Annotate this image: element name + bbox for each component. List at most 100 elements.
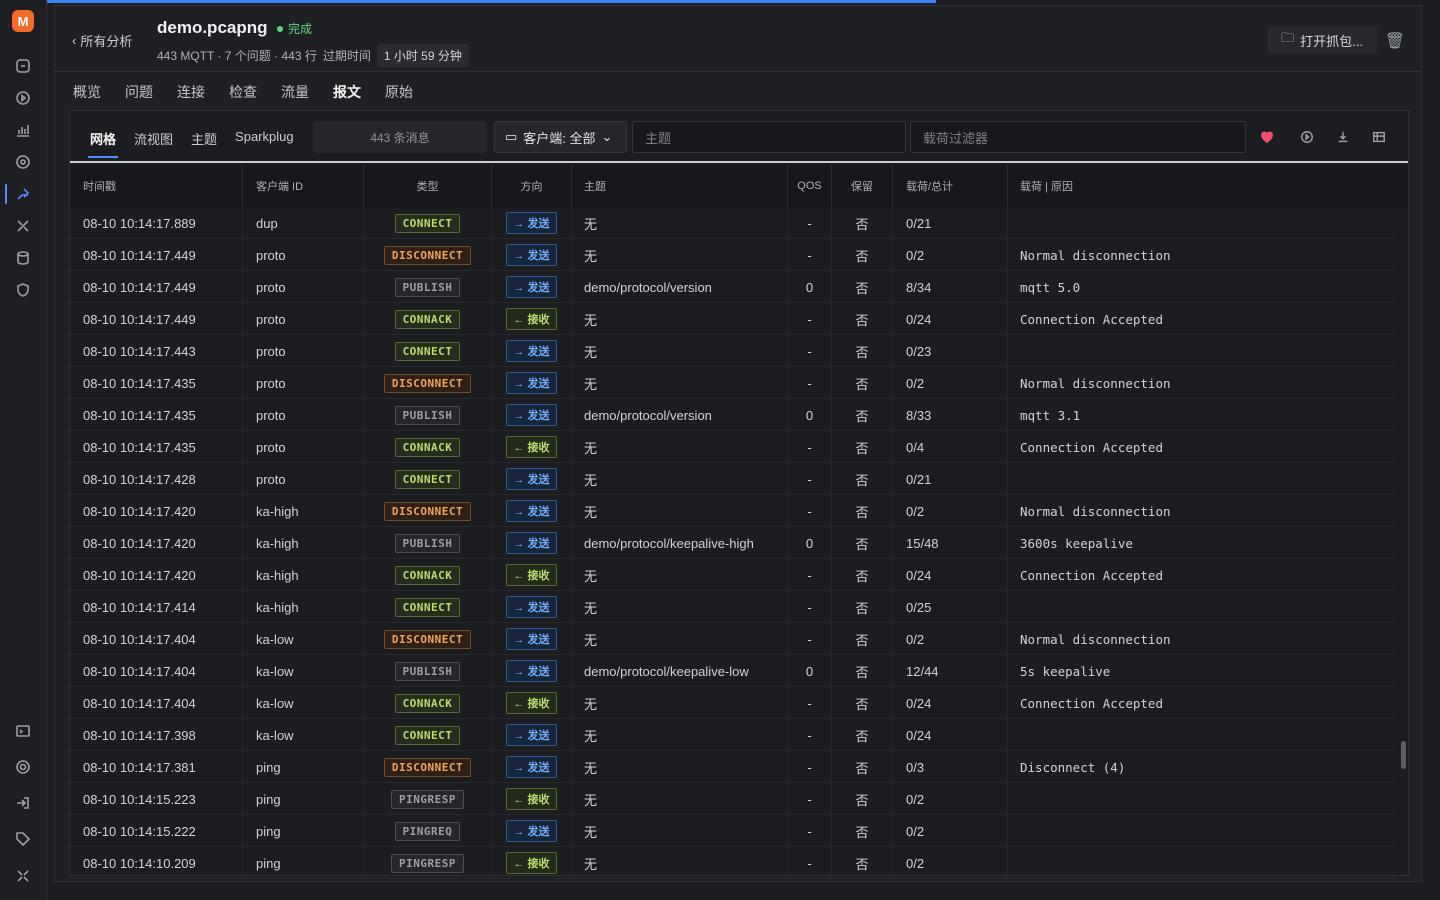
table-row[interactable]: 08-10 10:14:17.435 proto PUBLISH → 发送 demo/p… bbox=[70, 399, 1396, 431]
packet-type-badge: CONNECT bbox=[394, 597, 461, 617]
vertical-scrollbar[interactable] bbox=[1401, 741, 1406, 769]
cell-direction: → 发送 bbox=[492, 207, 572, 239]
play-icon[interactable] bbox=[14, 89, 32, 107]
client-select[interactable]: ▭ 客户端: 全部 ⌄ bbox=[494, 121, 627, 153]
cell-payload-size: 0/24 bbox=[893, 303, 1008, 335]
heart-icon[interactable] bbox=[1259, 129, 1275, 145]
table-row[interactable]: 08-10 10:14:17.398 ka-low CONNECT → 发送无 - 否 0/… bbox=[70, 719, 1396, 751]
col-qos[interactable]: QOS bbox=[788, 165, 832, 207]
table-row[interactable]: 08-10 10:14:17.443 proto CONNECT → 发送无 - 否 0/2… bbox=[70, 335, 1396, 367]
table-row[interactable]: 08-10 10:14:17.404 ka-low PUBLISH → 发送 demo/… bbox=[70, 655, 1396, 687]
cell-timestamp: 08-10 10:14:17.404 bbox=[70, 687, 243, 719]
table-row[interactable]: 08-10 10:14:17.428 proto CONNECT → 发送无 - 否 0/2… bbox=[70, 463, 1396, 495]
download-icon[interactable] bbox=[1335, 129, 1351, 145]
col-timestamp[interactable]: 时间戳 bbox=[70, 165, 243, 207]
back-link[interactable]: ‹ 所有分析 bbox=[72, 31, 132, 50]
cell-timestamp: 08-10 10:14:17.398 bbox=[70, 719, 243, 751]
table-row[interactable]: 08-10 10:14:17.449 proto CONNACK ← 接收无 - 否 0/2… bbox=[70, 303, 1396, 335]
direction-arrow-icon: → bbox=[513, 762, 528, 774]
tab-connections[interactable]: 连接 bbox=[177, 72, 217, 106]
open-capture-button[interactable]: 🗀 打开抓包... bbox=[1267, 26, 1377, 54]
cell-type: CONNECT bbox=[364, 335, 492, 367]
table-row[interactable]: 08-10 10:14:17.420 ka-high DISCONNECT → 发送无… bbox=[70, 495, 1396, 527]
tab-overview[interactable]: 概览 bbox=[73, 72, 113, 106]
subtab-sparkplug[interactable]: Sparkplug bbox=[235, 129, 294, 148]
subtab-topics[interactable]: 主题 bbox=[191, 129, 217, 148]
table-row[interactable]: 08-10 10:14:17.414 ka-high CONNECT → 发送无 - 否 0… bbox=[70, 591, 1396, 623]
cell-client-id: proto bbox=[243, 463, 364, 495]
payload-filter-input[interactable]: 载荷过滤器 bbox=[910, 121, 1246, 153]
table-row[interactable]: 08-10 10:14:17.420 ka-high PUBLISH → 发送 demo… bbox=[70, 527, 1396, 559]
table-row[interactable]: 08-10 10:14:17.889 dup CONNECT → 发送无 - 否 0/21 bbox=[70, 207, 1396, 239]
table-row[interactable]: 08-10 10:14:17.404 ka-low DISCONNECT → 发送无 -… bbox=[70, 623, 1396, 655]
cell-client-id: proto bbox=[243, 303, 364, 335]
shield-icon[interactable] bbox=[14, 281, 32, 299]
cell-payload-size: 0/2 bbox=[893, 815, 1008, 847]
col-type[interactable]: 类型 bbox=[364, 165, 492, 207]
col-client-id[interactable]: 客户端 ID bbox=[243, 165, 364, 207]
direction-arrow-icon: → bbox=[513, 538, 528, 550]
cell-topic: 无 bbox=[572, 463, 788, 495]
table-row[interactable]: 08-10 10:14:17.381 ping DISCONNECT → 发送无 - 否 0… bbox=[70, 751, 1396, 783]
table-row[interactable]: 08-10 10:14:17.420 ka-high CONNACK ← 接收无 - 否 0… bbox=[70, 559, 1396, 591]
play-circle-icon[interactable] bbox=[1299, 129, 1315, 145]
database-icon[interactable] bbox=[14, 249, 32, 267]
collapse-icon[interactable] bbox=[14, 867, 32, 885]
packet-type-badge: PUBLISH bbox=[394, 405, 461, 425]
gear-icon[interactable] bbox=[14, 758, 32, 776]
cell-timestamp: 08-10 10:14:17.889 bbox=[70, 207, 243, 239]
cell-retain: 否 bbox=[832, 751, 893, 783]
table-row[interactable]: 08-10 10:14:17.435 proto CONNACK ← 接收无 - 否 0/4… bbox=[70, 431, 1396, 463]
table-row[interactable]: 08-10 10:14:17.404 ka-low CONNACK ← 接收无 - 否 0/… bbox=[70, 687, 1396, 719]
col-retain[interactable]: 保留 bbox=[832, 165, 893, 207]
tools-icon[interactable] bbox=[14, 217, 32, 235]
tab-raw[interactable]: 原始 bbox=[385, 72, 425, 106]
target-icon[interactable] bbox=[14, 153, 32, 171]
cell-retain: 否 bbox=[832, 495, 893, 527]
table-row[interactable]: 08-10 10:14:17.435 proto DISCONNECT → 发送无 - 否… bbox=[70, 367, 1396, 399]
cell-type: DISCONNECT bbox=[364, 239, 492, 271]
cell-timestamp: 08-10 10:14:17.449 bbox=[70, 239, 243, 271]
direction-badge: ← 接收 bbox=[506, 692, 557, 714]
tag-icon[interactable] bbox=[14, 830, 32, 848]
flow-icon[interactable] bbox=[14, 185, 32, 203]
col-direction[interactable]: 方向 bbox=[492, 165, 572, 207]
table-row[interactable]: 08-10 10:14:17.449 proto DISCONNECT → 发送无 - 否… bbox=[70, 239, 1396, 271]
col-payload-reason[interactable]: 载荷 | 原因 bbox=[1008, 165, 1408, 207]
tab-issues[interactable]: 问题 bbox=[125, 72, 165, 106]
cell-client-id: ka-low bbox=[243, 655, 364, 687]
direction-arrow-icon: → bbox=[513, 218, 528, 230]
columns-icon[interactable] bbox=[1371, 129, 1387, 145]
col-topic[interactable]: 主题 bbox=[572, 165, 788, 207]
packet-type-badge: CONNACK bbox=[394, 437, 461, 457]
cell-payload-reason: 3600s keepalive bbox=[1020, 535, 1133, 551]
table-row[interactable]: 08-10 10:14:15.223 ping PINGRESP ← 接收无 - 否 0/2 bbox=[70, 783, 1396, 815]
table-row[interactable]: 08-10 10:14:10.209 ping PINGRESP ← 接收无 - 否 0/2 bbox=[70, 847, 1396, 879]
chart-icon[interactable] bbox=[14, 121, 32, 139]
terminal-icon[interactable] bbox=[14, 722, 32, 740]
login-icon[interactable] bbox=[14, 794, 32, 812]
col-payload-size[interactable]: 载荷/总计 bbox=[893, 165, 1008, 207]
analysis-panel: ‹ 所有分析 demo.pcapng 完成 443 MQTT · 7 个问题 ·… bbox=[54, 5, 1422, 882]
main-tabs: 概览 问题 连接 检查 流量 报文 原始 bbox=[73, 72, 437, 112]
cell-qos: 0 bbox=[788, 655, 832, 687]
direction-badge: → 发送 bbox=[506, 372, 557, 394]
topic-filter-input[interactable]: 主题 bbox=[632, 121, 906, 153]
table-row[interactable]: 08-10 10:14:15.222 ping PINGREQ → 发送无 - 否 0/2 bbox=[70, 815, 1396, 847]
table-row[interactable]: 08-10 10:14:17.449 proto PUBLISH → 发送 demo/p… bbox=[70, 271, 1396, 303]
tab-messages[interactable]: 报文 bbox=[333, 72, 373, 112]
app-logo[interactable]: M bbox=[12, 10, 34, 32]
tab-traffic[interactable]: 流量 bbox=[281, 72, 321, 106]
subtab-grid[interactable]: 网格 bbox=[87, 129, 119, 158]
link-icon[interactable] bbox=[14, 57, 32, 75]
subtab-flow[interactable]: 流视图 bbox=[134, 129, 173, 148]
cell-client-id: ka-high bbox=[243, 559, 364, 591]
cell-qos: - bbox=[788, 495, 832, 527]
cell-client-id: proto bbox=[243, 367, 364, 399]
cell-type: PINGRESP bbox=[364, 847, 492, 879]
direction-arrow-icon: → bbox=[513, 506, 528, 518]
cell-retain: 否 bbox=[832, 335, 893, 367]
tab-inspect[interactable]: 检查 bbox=[229, 72, 269, 106]
cell-timestamp: 08-10 10:14:17.381 bbox=[70, 751, 243, 783]
trash-icon[interactable]: 🗑 bbox=[1385, 31, 1405, 51]
